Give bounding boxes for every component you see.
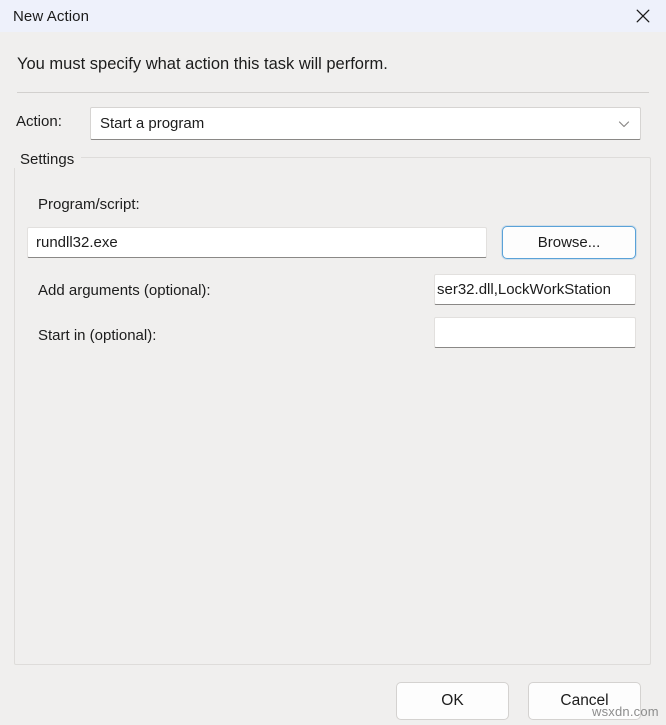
add-arguments-input[interactable] bbox=[434, 274, 636, 305]
close-button[interactable] bbox=[620, 0, 666, 32]
window-title: New Action bbox=[13, 7, 90, 25]
add-arguments-label: Add arguments (optional): bbox=[38, 282, 211, 299]
close-icon bbox=[633, 6, 653, 26]
header-divider bbox=[17, 92, 649, 93]
watermark: wsxdn.com bbox=[592, 704, 659, 719]
program-script-label: Program/script: bbox=[38, 196, 140, 213]
program-script-input[interactable] bbox=[27, 227, 487, 258]
action-combobox-value: Start a program bbox=[100, 115, 205, 132]
action-combobox[interactable]: Start a program bbox=[90, 107, 641, 140]
settings-legend: Settings bbox=[14, 151, 82, 168]
browse-button[interactable]: Browse... bbox=[502, 226, 636, 259]
new-action-dialog: New Action You must specify what action … bbox=[0, 0, 666, 725]
start-in-input[interactable] bbox=[434, 317, 636, 348]
title-bar: New Action bbox=[0, 0, 666, 32]
chevron-down-icon bbox=[617, 108, 631, 139]
action-label: Action: bbox=[16, 113, 62, 130]
instruction-text: You must specify what action this task w… bbox=[17, 55, 388, 73]
ok-button[interactable]: OK bbox=[396, 682, 509, 720]
start-in-label: Start in (optional): bbox=[38, 327, 157, 344]
